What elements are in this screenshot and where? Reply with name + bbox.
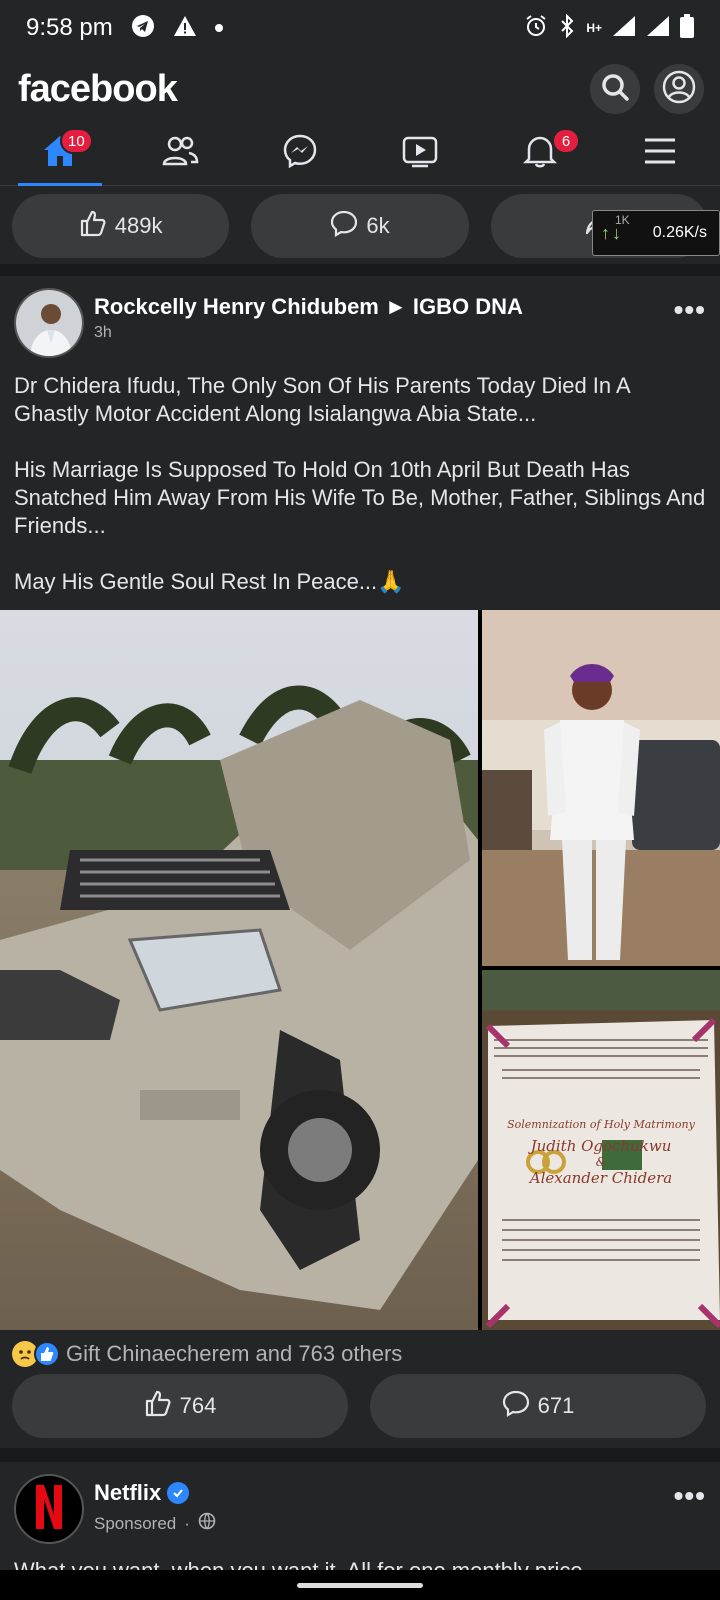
watch-icon xyxy=(402,134,438,173)
thumbs-up-icon xyxy=(79,209,107,243)
tab-menu[interactable] xyxy=(600,122,720,185)
invitation-bride: Judith Ogochukwu xyxy=(530,1137,672,1155)
speed-unit: 1K xyxy=(615,213,630,227)
home-badge: 10 xyxy=(60,128,93,154)
profile-icon xyxy=(662,70,696,109)
invitation-groom: Alexander Chidera xyxy=(529,1169,673,1187)
comment-count: 6k xyxy=(366,213,390,238)
photo-car-wreck[interactable] xyxy=(0,610,478,1330)
profile-button[interactable] xyxy=(654,64,704,114)
comment-icon xyxy=(330,209,358,243)
system-gesture-bar xyxy=(0,1570,720,1600)
tab-watch[interactable] xyxy=(360,122,480,185)
post-text: Dr Chidera Ifudu, The Only Son Of His Pa… xyxy=(14,372,706,624)
messenger-icon xyxy=(282,133,318,174)
netflix-avatar[interactable] xyxy=(14,1474,84,1544)
author-avatar[interactable] xyxy=(14,288,84,358)
comment-button[interactable]: 671 xyxy=(370,1374,706,1438)
feed-separator xyxy=(0,264,720,276)
like-button[interactable]: 489k xyxy=(12,194,230,258)
signal-icon xyxy=(612,15,636,42)
post-author-line: Rockcelly Henry Chidubem ► IGBO DNA xyxy=(94,294,674,320)
photo-wedding-invitation[interactable]: Solemnization of Holy Matrimony Judith O… xyxy=(482,970,720,1330)
notification-dot-icon xyxy=(214,19,223,37)
post-time[interactable]: 3h xyxy=(94,324,674,342)
status-bar: 9:58 pm H+ xyxy=(0,0,720,56)
like-button[interactable]: 764 xyxy=(12,1374,348,1438)
photo-man-portrait[interactable] xyxy=(482,610,720,966)
tab-messenger[interactable] xyxy=(240,122,360,185)
verified-badge-icon xyxy=(167,1482,190,1504)
notifications-badge: 6 xyxy=(552,128,580,154)
photo-grid: Solemnization of Holy Matrimony Judith O… xyxy=(0,610,720,1330)
reactions-summary[interactable]: Gift Chinaecherem and 763 others xyxy=(12,1338,402,1370)
post-paragraph: Dr Chidera Ifudu, The Only Son Of His Pa… xyxy=(14,373,630,426)
netflix-logo-icon xyxy=(34,1483,64,1536)
more-dots-icon: ••• xyxy=(673,1480,706,1511)
post-actions: 764 671 xyxy=(12,1374,706,1438)
warning-icon xyxy=(173,15,197,42)
search-icon xyxy=(600,72,630,107)
alarm-icon xyxy=(524,14,548,43)
more-dots-icon: ••• xyxy=(673,294,706,325)
invitation-text: Solemnization of Holy Matrimony Judith O… xyxy=(482,1118,720,1187)
sponsored-post-text: What you want, when you want it. All for… xyxy=(14,1556,706,1570)
comment-icon xyxy=(502,1389,530,1423)
sponsor-name[interactable]: Netflix xyxy=(94,1480,161,1506)
search-button[interactable] xyxy=(590,64,640,114)
sponsored-label[interactable]: Sponsored xyxy=(94,1514,176,1534)
like-count: 764 xyxy=(179,1393,217,1418)
tab-friends[interactable] xyxy=(120,122,240,185)
thumbs-up-icon xyxy=(144,1389,172,1423)
invitation-and: & xyxy=(595,1155,607,1169)
feed-separator xyxy=(0,1448,720,1462)
invitation-heading: Solemnization of Holy Matrimony xyxy=(507,1118,695,1131)
post-header: Rockcelly Henry Chidubem ► IGBO DNA 3h •… xyxy=(0,276,720,360)
bluetooth-icon xyxy=(558,13,576,43)
arrow-right-icon: ► xyxy=(385,294,413,319)
network-speed: 0.26K/s xyxy=(652,224,707,241)
post-paragraph: May His Gentle Soul Rest In Peace...🙏 xyxy=(14,569,405,594)
nav-bar: 10 6 xyxy=(0,122,720,186)
telegram-icon xyxy=(131,14,155,43)
home-gesture-handle[interactable] xyxy=(297,1582,423,1588)
comment-button[interactable]: 6k xyxy=(251,194,469,258)
network-type: H+ xyxy=(586,21,602,35)
author-name[interactable]: Rockcelly Henry Chidubem xyxy=(94,294,379,319)
tab-home[interactable]: 10 xyxy=(0,122,120,186)
sponsored-text: What you want, when you want it. All for… xyxy=(14,1558,706,1570)
post-paragraph: His Marriage Is Supposed To Hold On 10th… xyxy=(14,457,706,538)
comment-count: 671 xyxy=(537,1393,575,1418)
sponsor-name-line: Netflix xyxy=(94,1480,674,1506)
facebook-logo[interactable]: facebook xyxy=(18,68,178,111)
reactions-text: Gift Chinaecherem and 763 others xyxy=(66,1341,403,1366)
app-header: facebook xyxy=(0,56,720,122)
like-reaction-icon xyxy=(34,1341,60,1367)
sponsored-line: Sponsored · xyxy=(94,1512,674,1535)
post-options-button[interactable]: ••• xyxy=(674,1480,706,1534)
network-speed-overlay: ↑ ↓ 1K 0.26K/s xyxy=(592,210,720,256)
battery-icon xyxy=(680,13,694,43)
signal-icon xyxy=(646,15,670,42)
like-count: 489k xyxy=(114,213,163,238)
status-time: 9:58 pm xyxy=(26,14,113,41)
group-name[interactable]: IGBO DNA xyxy=(413,294,523,319)
friends-icon xyxy=(161,134,199,173)
globe-icon xyxy=(198,1512,216,1535)
post-options-button[interactable]: ••• xyxy=(674,294,706,348)
tab-notifications[interactable]: 6 xyxy=(480,122,600,185)
sponsored-post-header: Netflix Sponsored · ••• xyxy=(0,1464,720,1544)
menu-icon xyxy=(643,137,677,170)
